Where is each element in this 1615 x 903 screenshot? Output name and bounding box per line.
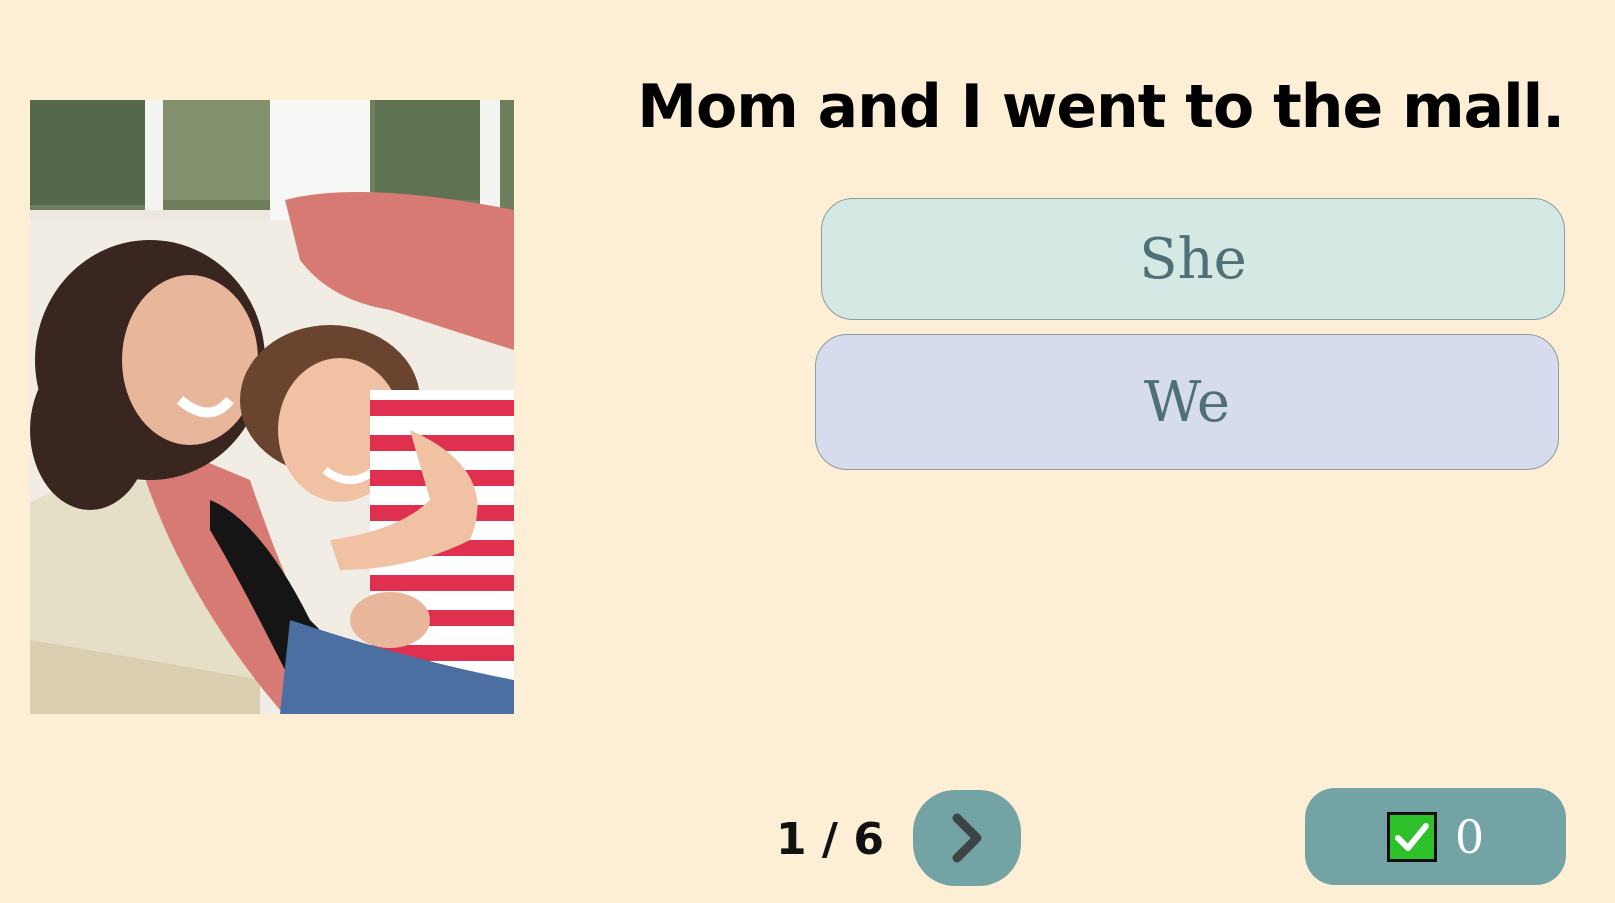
- mother-daughter-photo-icon: [30, 100, 514, 714]
- next-button[interactable]: [913, 790, 1021, 886]
- checkmark-icon: [1386, 811, 1437, 862]
- question-text: Mom and I went to the mall.: [637, 72, 1565, 142]
- score-value: 0: [1454, 809, 1485, 864]
- score-button[interactable]: 0: [1305, 788, 1566, 885]
- choice-label: She: [1139, 226, 1247, 292]
- choice-label: We: [1143, 369, 1231, 435]
- page-counter: 1 / 6: [776, 814, 884, 865]
- question-photo: [30, 100, 514, 714]
- choice-button-we[interactable]: We: [815, 334, 1559, 470]
- choice-button-she[interactable]: She: [821, 198, 1565, 320]
- chevron-right-icon: [952, 813, 982, 863]
